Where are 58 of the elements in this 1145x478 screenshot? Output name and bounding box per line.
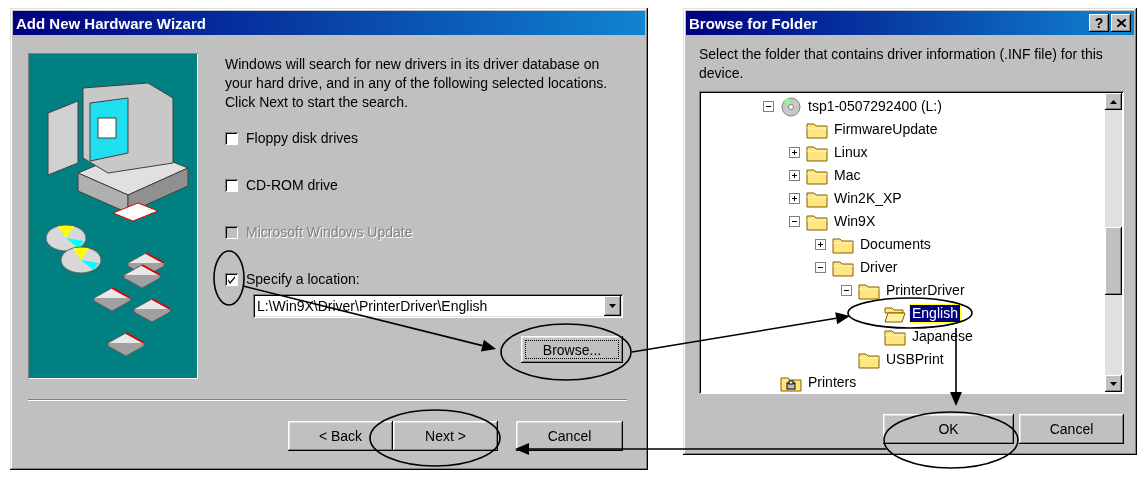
checkbox-label: Specify a location:	[246, 271, 360, 287]
expand-icon[interactable]	[789, 147, 800, 158]
instruction-text: Select the folder that contains driver information (.INF file) for this device.	[699, 45, 1104, 83]
help-button[interactable]: ?	[1089, 14, 1109, 32]
browse-button[interactable]: Browse...	[521, 336, 623, 363]
collapse-icon[interactable]	[789, 216, 800, 227]
folder-icon	[832, 258, 854, 277]
tree-item[interactable]: PrinterDriver	[884, 282, 967, 299]
dialog-button[interactable]: OK	[883, 414, 1014, 444]
collapse-icon[interactable]	[815, 262, 826, 273]
collapse-icon[interactable]	[763, 101, 774, 112]
cd-drawing	[45, 224, 102, 274]
checkbox[interactable]	[225, 272, 238, 286]
wizard-button[interactable]: Next >	[393, 421, 498, 451]
close-icon[interactable]	[1111, 14, 1131, 32]
checkbox[interactable]	[225, 131, 238, 145]
tree-item[interactable]: tsp1-0507292400 (L:)	[806, 98, 944, 115]
dialog-button[interactable]: Cancel	[1019, 414, 1124, 444]
checkbox-label: Microsoft Windows Update	[246, 224, 413, 240]
scroll-down-icon[interactable]	[1105, 375, 1122, 392]
folder-icon	[858, 350, 880, 369]
folder-icon	[832, 235, 854, 254]
tree-item[interactable]: English	[910, 305, 960, 322]
expand-icon[interactable]	[815, 239, 826, 250]
expand-icon[interactable]	[789, 170, 800, 181]
tree-item[interactable]: Win9X	[832, 213, 878, 230]
wizard-button[interactable]: Cancel	[516, 421, 623, 451]
collapse-icon[interactable]	[841, 285, 852, 296]
tree-item[interactable]: USBPrint	[884, 351, 946, 368]
tree-item[interactable]: Linux	[832, 144, 870, 161]
tree-item[interactable]: FirmwareUpdate	[832, 121, 940, 138]
checkbox-label: CD-ROM drive	[246, 177, 338, 193]
window-title: Add New Hardware Wizard	[16, 14, 206, 32]
tree-item[interactable]: Mac	[832, 167, 863, 184]
open-folder-icon	[884, 304, 906, 323]
cd-icon	[780, 96, 802, 117]
folder-icon	[884, 327, 906, 346]
folder-icon	[806, 120, 828, 139]
instruction-text: Windows will search for new drivers in its driver database on your hard drive, and in any of the following selected locations. Click Next to start the search.	[225, 55, 609, 112]
tree-item[interactable]: Driver	[858, 259, 900, 276]
wizard-button[interactable]: < Back	[288, 421, 393, 451]
tree-item[interactable]: Win2K_XP	[832, 190, 904, 207]
folder-icon	[806, 166, 828, 185]
expand-icon[interactable]	[789, 193, 800, 204]
scrollbar[interactable]	[1105, 93, 1122, 392]
annotation-ellipse	[213, 250, 245, 306]
window-title: Browse for Folder	[689, 14, 818, 32]
tree-item[interactable]: Printers	[806, 374, 859, 391]
tree-item[interactable]: Documents	[858, 236, 933, 253]
checkbox-label: Floppy disk drives	[246, 130, 359, 146]
folder-icon	[806, 143, 828, 162]
dropdown-icon[interactable]	[604, 296, 621, 316]
folder-icon	[806, 212, 828, 231]
folder-icon	[858, 281, 880, 300]
folder-icon	[806, 189, 828, 208]
scroll-up-icon[interactable]	[1105, 93, 1122, 110]
scroll-thumb[interactable]	[1105, 227, 1122, 295]
checkbox[interactable]	[225, 178, 238, 192]
